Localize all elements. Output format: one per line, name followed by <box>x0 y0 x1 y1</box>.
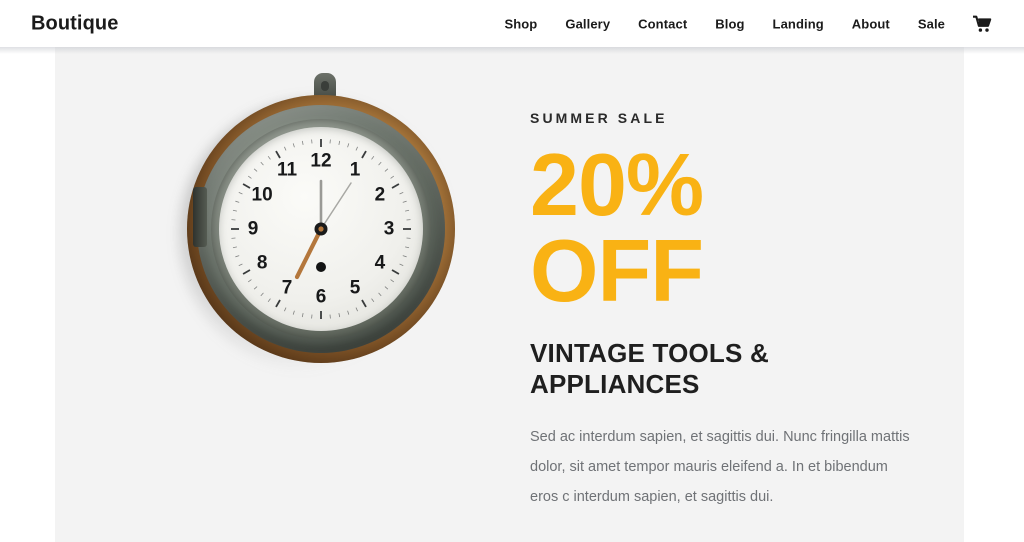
clock-numeral-8: 8 <box>257 253 268 274</box>
clock-numeral-9: 9 <box>248 219 259 240</box>
clock-second-hand <box>320 182 352 230</box>
clock-numeral-5: 5 <box>350 277 361 298</box>
header-shadow <box>0 47 1024 54</box>
clock-numeral-11: 11 <box>277 160 298 181</box>
hero-copy: SUMMER SALE 20% OFF VINTAGE TOOLS & APPL… <box>530 110 940 513</box>
page-root: Boutique Shop Gallery Contact Blog Landi… <box>0 0 1024 542</box>
nav-item-gallery[interactable]: Gallery <box>551 16 624 31</box>
hero-eyebrow: SUMMER SALE <box>530 110 668 126</box>
clock-hub-center <box>318 226 324 232</box>
clock-numeral-7: 7 <box>282 277 293 298</box>
nav-item-about[interactable]: About <box>838 16 904 31</box>
nav-item-sale[interactable]: Sale <box>904 16 959 31</box>
clock-sub-dot <box>316 262 326 272</box>
clock-numeral-12: 12 <box>310 151 331 172</box>
main-navigation: Shop Gallery Contact Blog Landing About … <box>490 15 1002 32</box>
vintage-clock-image: 12 1 2 3 4 5 6 7 8 9 10 11 <box>175 69 475 399</box>
hero-heading: VINTAGE TOOLS & APPLIANCES <box>530 337 769 399</box>
clock-hanger-hole <box>321 81 329 91</box>
nav-item-landing[interactable]: Landing <box>759 16 838 31</box>
shopping-cart-icon[interactable] <box>959 15 1002 32</box>
clock-face-svg: 12 12 3 45 6 78 9 1011 <box>231 139 411 319</box>
clock-numeral-10: 10 <box>252 185 273 206</box>
hero-section: 12 1 2 3 4 5 6 7 8 9 10 11 SUMMER SALE 20% OFF VINT… <box>55 47 964 542</box>
clock-dial: 12 1 2 3 4 5 6 7 8 9 10 11 <box>219 127 423 331</box>
clock-numeral-6: 6 <box>316 287 327 308</box>
clock-numeral-1: 1 <box>350 160 361 181</box>
hero-discount-suffix: OFF <box>530 221 704 321</box>
site-header: Boutique Shop Gallery Contact Blog Landi… <box>0 0 1024 47</box>
clock-hinge-latch <box>193 187 207 247</box>
nav-item-blog[interactable]: Blog <box>701 16 758 31</box>
clock-numeral-4: 4 <box>375 253 386 274</box>
clock-numeral-3: 3 <box>384 219 395 240</box>
clock-numeral-2: 2 <box>375 185 386 206</box>
nav-item-contact[interactable]: Contact <box>624 16 701 31</box>
nav-item-shop[interactable]: Shop <box>490 16 551 31</box>
brand-logo[interactable]: Boutique <box>31 12 118 35</box>
hero-paragraph: Sed ac interdum sapien, et sagittis dui.… <box>530 429 910 505</box>
hero-discount-value: 20% <box>530 135 704 234</box>
